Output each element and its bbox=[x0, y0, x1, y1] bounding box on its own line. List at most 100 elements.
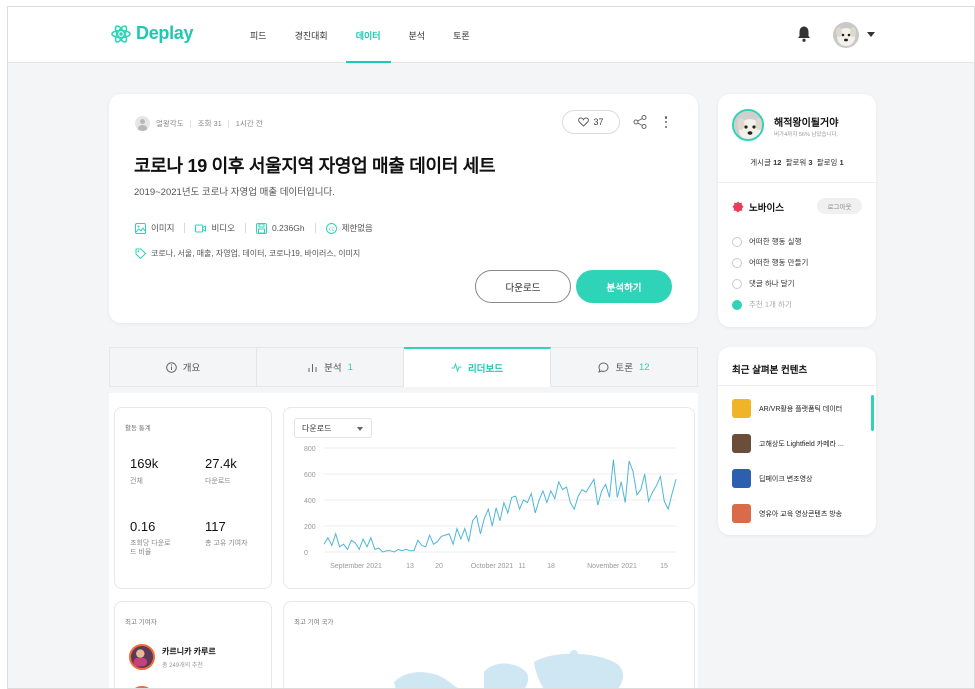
mission-label: 어떠한 행동 만들기 bbox=[749, 258, 809, 267]
attr-video: 비디오 bbox=[195, 222, 235, 234]
analyze-button[interactable]: 분석하기 bbox=[576, 270, 672, 303]
downloads-line-chart: 800 600 400 200 0 September 2021 13 20 October 2… bbox=[304, 446, 677, 570]
attr-image-label: 이미지 bbox=[151, 223, 175, 233]
contributor-avatar[interactable] bbox=[129, 644, 155, 670]
tag-list[interactable]: 코로나, 서울, 매출, 자영업, 데이터, 코로나19, 바이러스, 이미지 bbox=[151, 248, 360, 259]
user-avatar[interactable] bbox=[833, 22, 859, 48]
y-tick-label: 800 bbox=[304, 446, 316, 453]
recent-thumbnail bbox=[732, 469, 751, 488]
mission-checkbox[interactable] bbox=[732, 278, 742, 289]
top-navigation-bar: Deplay 피드 경진대회 데이터 분석 토론 bbox=[8, 7, 974, 63]
nav-item-feed[interactable]: 피드 bbox=[236, 7, 281, 63]
posts-count: 12 bbox=[773, 158, 782, 167]
dataset-card: 얼왕각도 | 조회 31 | 1시간 전 37 코로나 19 이후 서울지역 자… bbox=[109, 94, 698, 323]
mission-checkbox[interactable] bbox=[732, 236, 742, 247]
check-icon[interactable] bbox=[732, 299, 742, 310]
x-tick-label: September 2021 bbox=[330, 563, 382, 570]
author-avatar[interactable] bbox=[135, 116, 150, 131]
dataset-description: 2019~2021년도 코로나 자영업 매출 데이터입니다. bbox=[134, 187, 335, 198]
x-tick-label: 13 bbox=[406, 563, 414, 570]
activity-icon bbox=[451, 362, 462, 373]
recent-item[interactable]: 영유아 교육 영상콘텐츠 방송 bbox=[732, 504, 870, 523]
download-button[interactable]: 다운로드 bbox=[475, 270, 571, 303]
tab-overview[interactable]: 개요 bbox=[109, 347, 257, 387]
heart-icon bbox=[578, 117, 590, 127]
tab-discussion[interactable]: 토론 12 bbox=[551, 347, 698, 387]
nav-item-discussion[interactable]: 토론 bbox=[439, 7, 484, 63]
app-window: Deplay 피드 경진대회 데이터 분석 토론 얼왕각도 | 조회 31 | … bbox=[7, 6, 975, 689]
profile-stats: 게시글 12 팔로워 3 팔로잉 1 bbox=[718, 157, 876, 168]
logo[interactable]: Deplay bbox=[111, 23, 194, 44]
x-tick-label: October 2021 bbox=[471, 563, 514, 570]
recent-content-card: 최근 살펴본 컨텐츠 AR/VR활용 플랫폼틱 데이터 고해상도 Lightfi… bbox=[718, 347, 876, 535]
profile-progress-text: 버가4까지 56% 남았습니다. bbox=[774, 132, 839, 138]
comment-icon bbox=[598, 361, 609, 373]
like-count: 37 bbox=[593, 117, 604, 127]
level-badge-icon bbox=[732, 201, 744, 213]
x-tick-label: 18 bbox=[547, 563, 555, 570]
meta-divider: | bbox=[189, 119, 192, 128]
followers-label[interactable]: 팔로워 bbox=[786, 158, 807, 167]
mission-checkbox[interactable] bbox=[732, 257, 742, 268]
save-disk-icon bbox=[255, 222, 267, 234]
post-time: 1시간 전 bbox=[235, 119, 263, 128]
top-contributor-card: 최고 기여자 카르니카 카루르 총 249개의 추천 bbox=[114, 601, 272, 688]
followers-count: 3 bbox=[808, 158, 813, 167]
x-tick-label: November 2021 bbox=[587, 563, 637, 570]
nav-item-data[interactable]: 데이터 bbox=[342, 7, 395, 63]
attr-divider bbox=[244, 223, 246, 233]
tab-label: 리더보드 bbox=[468, 363, 503, 375]
main-nav: 피드 경진대회 데이터 분석 토론 bbox=[236, 7, 484, 63]
profile-avatar[interactable] bbox=[732, 109, 764, 141]
stat-label: 조회당 다운로 드 비율 bbox=[130, 540, 171, 556]
recent-scrollbar[interactable] bbox=[871, 395, 874, 431]
author-name[interactable]: 얼왕각도 bbox=[156, 118, 184, 129]
nav-item-competition[interactable]: 경진대회 bbox=[281, 7, 342, 63]
mission-label: 추천 1개 하기 bbox=[749, 300, 792, 309]
recent-item[interactable]: AR/VR활용 플랫폼틱 데이터 bbox=[732, 399, 870, 418]
contributor-name[interactable]: 카르니카 카루르 bbox=[162, 646, 216, 657]
profile-name[interactable]: 해적왕이될거야 bbox=[774, 114, 838, 129]
mission-item[interactable]: 댓글 하나 달기 bbox=[732, 278, 795, 289]
video-icon bbox=[195, 224, 207, 232]
share-icon[interactable] bbox=[633, 115, 647, 129]
recent-item[interactable]: 고해상도 Lightfield 카메라 ... bbox=[732, 434, 870, 453]
bell-icon[interactable] bbox=[796, 25, 812, 43]
tab-label: 분석 bbox=[324, 363, 342, 374]
following-count: 1 bbox=[839, 158, 844, 167]
logout-button[interactable]: 로그아웃 bbox=[817, 198, 862, 214]
like-button[interactable]: 37 bbox=[562, 110, 620, 134]
tab-leaderboard[interactable]: 리더보드 bbox=[404, 347, 551, 387]
attr-image: 이미지 bbox=[135, 222, 174, 234]
contrib-title: 최고 기여자 bbox=[125, 619, 157, 626]
tab-label: 개요 bbox=[182, 363, 201, 374]
mission-item[interactable]: 어떠한 행동 실행 bbox=[732, 236, 801, 247]
chart-metric-value: 다운로드 bbox=[302, 423, 332, 433]
mission-item[interactable]: 추천 1개 하기 bbox=[732, 299, 792, 310]
chevron-down-icon[interactable] bbox=[867, 32, 875, 37]
mission-item[interactable]: 어떠한 행동 만들기 bbox=[732, 257, 808, 268]
attr-license: cc 제한없음 bbox=[325, 222, 373, 234]
y-tick-label: 400 bbox=[304, 498, 316, 505]
recent-item-label: AR/VR활용 플랫폼틱 데이터 bbox=[759, 405, 843, 413]
recent-thumbnail bbox=[732, 504, 751, 523]
chevron-down-icon bbox=[357, 427, 363, 431]
recent-item[interactable]: 딥페이크 변조영상 bbox=[732, 469, 870, 488]
chart-metric-select[interactable]: 다운로드 bbox=[294, 418, 372, 438]
recent-item-label: 고해상도 Lightfield 카메라 ... bbox=[759, 440, 844, 448]
x-tick-label: 20 bbox=[435, 563, 443, 570]
view-count: 조회 31 bbox=[197, 119, 222, 128]
nav-item-analysis[interactable]: 분석 bbox=[395, 7, 440, 63]
meta-divider: | bbox=[227, 119, 230, 128]
bar-chart-icon bbox=[308, 363, 317, 372]
mission-label: 댓글 하나 달기 bbox=[749, 279, 795, 288]
stat-value: 0.16 bbox=[130, 519, 156, 534]
following-label[interactable]: 팔로잉 bbox=[817, 158, 838, 167]
more-options-icon[interactable] bbox=[663, 114, 669, 130]
x-tick-label: 15 bbox=[660, 563, 668, 570]
attr-video-label: 비디오 bbox=[211, 223, 235, 233]
tab-analysis[interactable]: 분석 1 bbox=[257, 347, 404, 387]
dataset-title: 코로나 19 이후 서울지역 자영업 매출 데이터 세트 bbox=[134, 156, 496, 176]
stats-title: 활동 통계 bbox=[125, 425, 151, 432]
divider bbox=[718, 182, 876, 183]
